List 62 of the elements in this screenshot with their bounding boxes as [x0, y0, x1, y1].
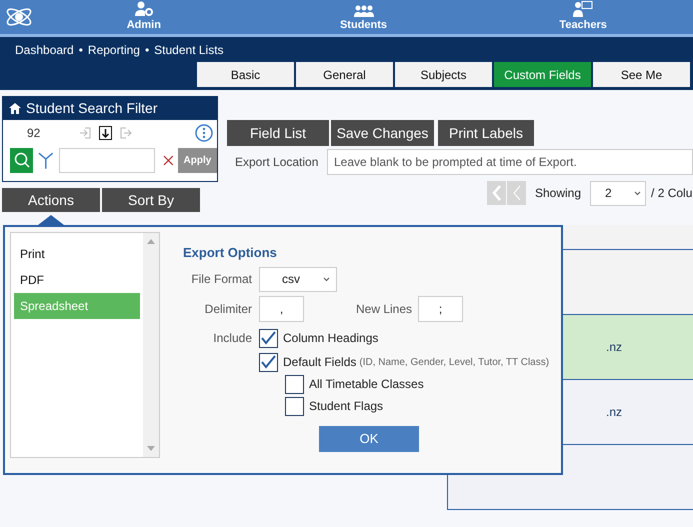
- chevron-left-icon: [512, 185, 522, 201]
- delimiter-field[interactable]: ,: [259, 296, 304, 322]
- tab[interactable]: See Me: [593, 62, 690, 87]
- field-label: Include: [212, 330, 253, 346]
- caret-icon: [323, 276, 330, 282]
- breadcrumb-link[interactable]: Reporting: [88, 40, 140, 58]
- breadcrumb-separator: •: [78, 42, 83, 58]
- toolbar-button[interactable]: Print Labels: [438, 120, 534, 146]
- action-tab[interactable]: Sort By: [102, 188, 200, 212]
- checkbox[interactable]: [259, 328, 278, 348]
- field-label: File Format: [190, 271, 253, 288]
- export-icon: [120, 127, 132, 139]
- checkbox[interactable]: [259, 352, 278, 372]
- panel-title: Student Search Filter: [26, 99, 158, 118]
- showing-label: Showing: [535, 185, 582, 202]
- more-icon[interactable]: [195, 124, 213, 142]
- result-count: 92: [27, 125, 40, 142]
- caret-icon: [634, 190, 642, 196]
- option-label: Student Flags: [309, 398, 384, 415]
- search-button[interactable]: [10, 148, 34, 172]
- section-title: Export Options: [183, 244, 278, 262]
- breadcrumb-link[interactable]: Student Lists: [154, 40, 224, 58]
- action-tab[interactable]: Actions: [2, 188, 100, 212]
- search-field[interactable]: [59, 148, 156, 172]
- new-lines-field[interactable]: ;: [418, 296, 463, 322]
- field-label: Export Location: [235, 154, 320, 171]
- user-gear-icon: [134, 0, 154, 16]
- breadcrumb-separator: •: [144, 42, 150, 58]
- nav-item[interactable]: Teachers: [473, 0, 693, 34]
- home-icon: [9, 103, 21, 114]
- file-format-select[interactable]: csv: [259, 266, 337, 292]
- columns-select[interactable]: 2: [590, 180, 646, 206]
- hierarchy-icon[interactable]: [37, 151, 56, 169]
- checkbox[interactable]: [285, 396, 304, 416]
- toolbar-button[interactable]: Save Changes: [331, 120, 434, 146]
- export-location-field[interactable]: Leave blank to be prompted at time of Export.: [327, 149, 693, 175]
- columns-total: / 2 Colu: [651, 185, 692, 202]
- tab[interactable]: General: [296, 62, 393, 87]
- ok-button[interactable]: OK: [319, 426, 419, 452]
- tab[interactable]: Subjects: [395, 62, 492, 87]
- breadcrumb-link[interactable]: Dashboard: [15, 40, 74, 58]
- field-label: New Lines: [356, 300, 414, 318]
- group-icon: [354, 4, 374, 16]
- clear-icon[interactable]: [163, 154, 174, 166]
- email-text: .nz: [606, 339, 622, 356]
- option-label: All Timetable Classes: [309, 376, 424, 393]
- nav-item[interactable]: Students: [254, 0, 474, 34]
- toolbar-button[interactable]: Field List: [227, 120, 329, 146]
- email-text: .nz: [606, 404, 622, 421]
- list-item[interactable]: PDF: [14, 267, 140, 293]
- option-label: Column Headings: [283, 330, 378, 347]
- nav-item[interactable]: Admin: [34, 0, 254, 34]
- option-label: Default Fields: [283, 354, 356, 371]
- chevron-left-icon: [492, 185, 502, 201]
- list-item[interactable]: Print: [14, 241, 140, 267]
- import-icon: [79, 127, 92, 139]
- checkbox[interactable]: [285, 374, 304, 394]
- tab[interactable]: Custom Fields: [494, 62, 591, 87]
- tab[interactable]: Basic: [197, 62, 294, 87]
- teacher-board-icon: [573, 0, 594, 16]
- download-icon[interactable]: [99, 126, 112, 140]
- field-label: Delimiter: [204, 300, 253, 318]
